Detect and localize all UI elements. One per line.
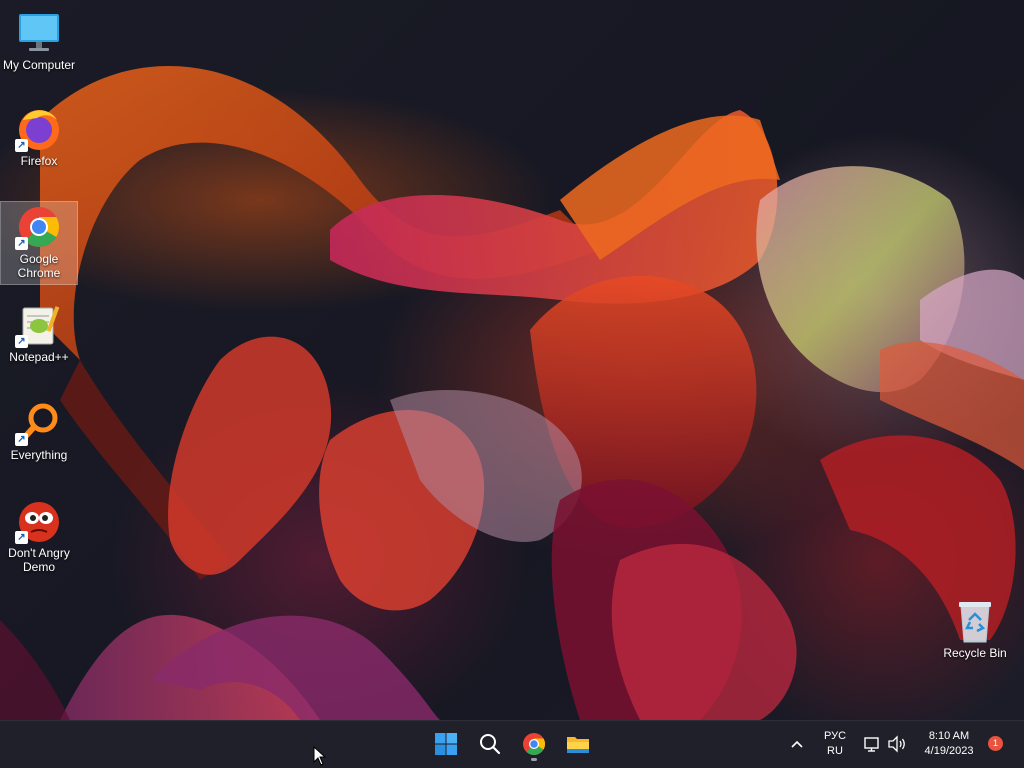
desktop-icon-label: Firefox — [20, 154, 58, 168]
desktop-icon-label: Everything — [10, 448, 68, 462]
wallpaper-ribbons — [0, 65, 1024, 720]
clock[interactable]: 8:10 AM 4/19/2023 — [916, 729, 982, 759]
desktop-icon-dont-angry-demo[interactable]: ↗ Don't Angry Demo — [0, 496, 78, 580]
desktop-icon-recycle-bin[interactable]: Recycle Bin — [936, 596, 1014, 666]
start-button[interactable] — [428, 726, 464, 762]
search-icon — [480, 734, 501, 755]
desktop — [0, 0, 1024, 720]
mouse-cursor-icon — [313, 746, 327, 766]
desktop-icon-label: Notepad++ — [9, 350, 69, 364]
running-indicator — [531, 758, 537, 761]
speaker-icon — [888, 735, 905, 753]
shortcut-arrow-icon: ↗ — [15, 139, 28, 152]
firefox-icon: ↗ — [15, 106, 63, 152]
clock-time: 8:10 AM — [928, 730, 970, 742]
network-button[interactable] — [862, 734, 882, 754]
desktop-icon-label: Don't Angry Demo — [8, 546, 70, 574]
show-hidden-icons-button[interactable] — [788, 734, 806, 754]
desktop-icon-my-computer[interactable]: My Computer — [0, 8, 78, 78]
notification-badge[interactable]: 1 — [988, 736, 1003, 751]
chevron-up-icon — [791, 740, 803, 748]
desktop-icon-google-chrome[interactable]: ↗ Google Chrome — [0, 201, 78, 285]
language-bottom: RU — [827, 745, 843, 757]
desktop-icon-label: My Computer — [2, 58, 76, 72]
input-language-indicator[interactable]: РУС RU — [816, 729, 854, 759]
desktop-icon-firefox[interactable]: ↗ Firefox — [0, 104, 78, 174]
desktop-icon-label: Google Chrome — [17, 252, 61, 280]
shortcut-arrow-icon: ↗ — [15, 531, 28, 544]
network-icon — [864, 737, 879, 752]
shortcut-arrow-icon: ↗ — [15, 433, 28, 446]
shortcut-arrow-icon: ↗ — [15, 237, 28, 250]
desktop-icon-everything[interactable]: ↗ Everything — [0, 398, 78, 468]
file-explorer-icon — [567, 737, 589, 753]
monitor-icon — [15, 10, 63, 56]
taskbar-chrome-button[interactable] — [516, 726, 552, 762]
recycle-bin-icon — [951, 598, 999, 644]
desktop-icon-notepad-plus-plus[interactable]: ↗ Notepad++ — [0, 300, 78, 370]
search-button[interactable] — [472, 726, 508, 762]
taskbar-file-explorer-button[interactable] — [560, 726, 596, 762]
language-top: РУС — [823, 730, 847, 742]
chrome-icon — [523, 733, 545, 755]
clock-date: 4/19/2023 — [924, 745, 974, 757]
desktop-icon-label: Recycle Bin — [943, 646, 1007, 660]
angry-face-icon: ↗ — [15, 498, 63, 544]
shortcut-arrow-icon: ↗ — [15, 335, 28, 348]
volume-button[interactable] — [886, 734, 908, 754]
windows-start-icon — [435, 733, 457, 755]
notepad-plus-plus-icon: ↗ — [15, 302, 63, 348]
chrome-icon: ↗ — [15, 204, 63, 250]
magnifier-icon: ↗ — [15, 400, 63, 446]
